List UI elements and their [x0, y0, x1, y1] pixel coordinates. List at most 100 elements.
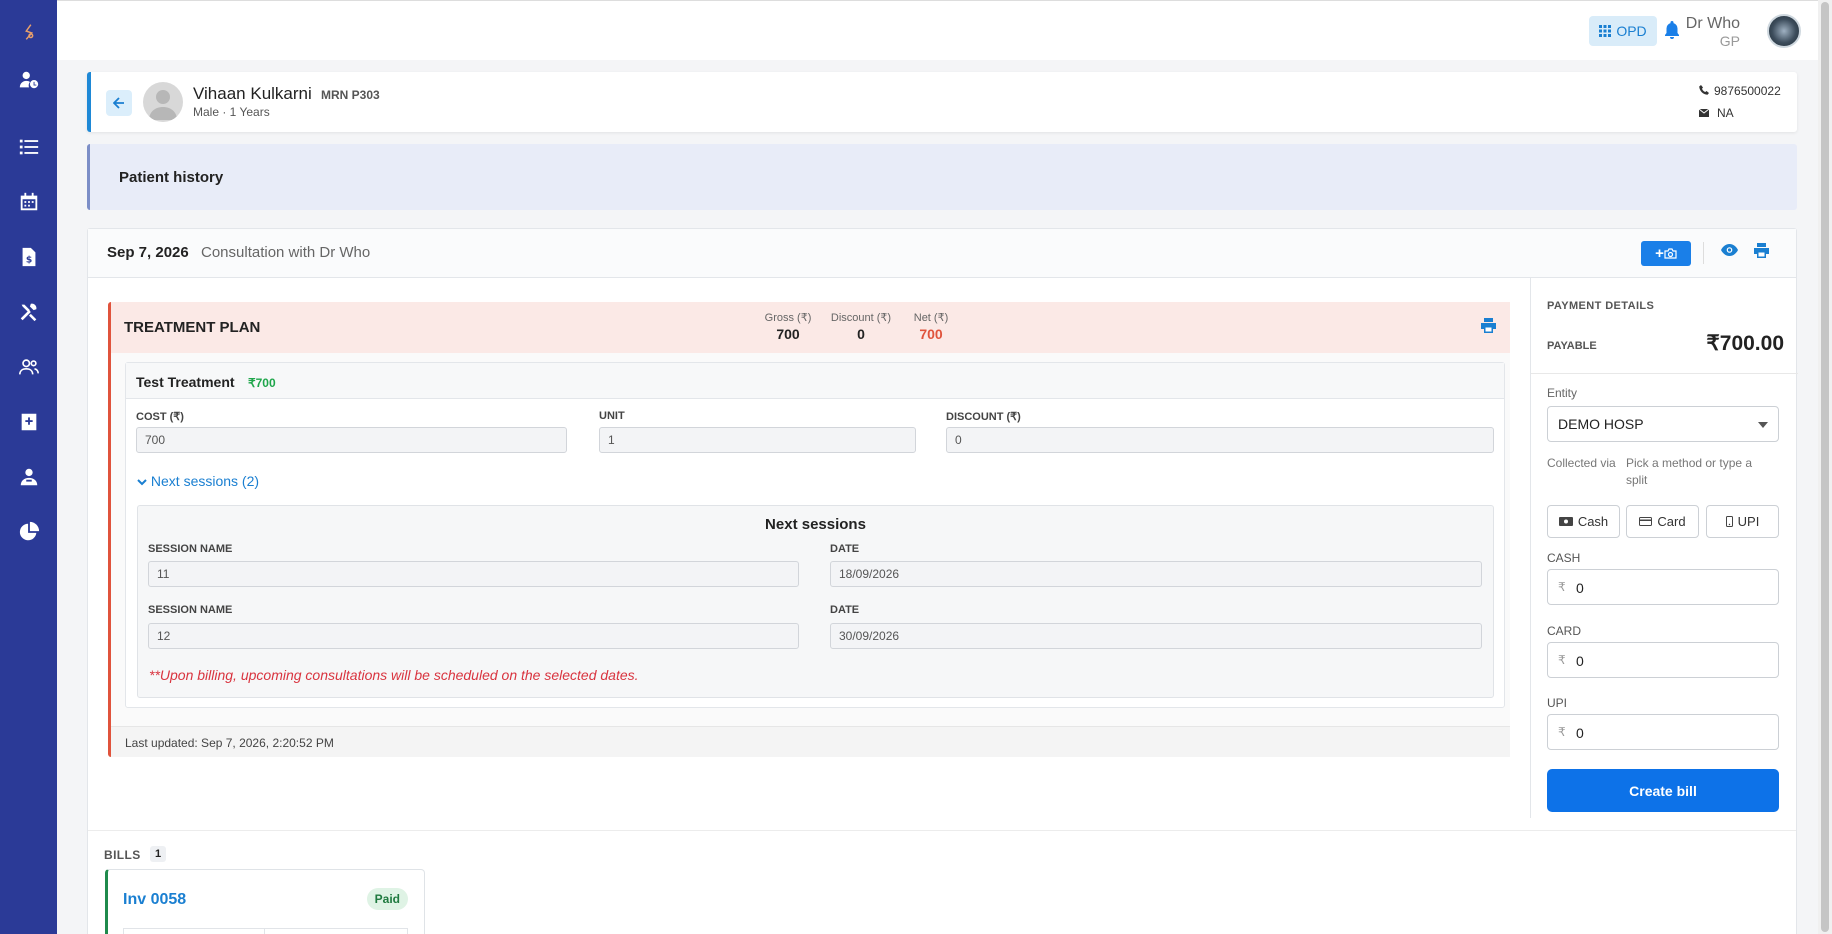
- next-sessions-title: Next sessions: [765, 516, 866, 533]
- payment-title: PAYMENT DETAILS: [1547, 300, 1655, 312]
- session-date-label: DATE: [830, 604, 860, 616]
- unit-input[interactable]: 1: [599, 427, 916, 453]
- discount-input[interactable]: 0: [946, 427, 1494, 453]
- patient-email: NA: [1698, 106, 1734, 120]
- session-date-label: DATE: [830, 543, 860, 555]
- caret-down-icon: [1758, 422, 1768, 428]
- card-input[interactable]: ₹ 0: [1547, 642, 1779, 678]
- scrollbar-thumb[interactable]: [1821, 2, 1829, 932]
- bell-icon[interactable]: [1664, 20, 1680, 43]
- session-name-label: SESSION NAME: [148, 543, 233, 555]
- next-sessions-panel: Next sessions SESSION NAME 11 DATE 18/09…: [137, 505, 1494, 698]
- list-icon[interactable]: [0, 127, 57, 167]
- payable-label: PAYABLE: [1547, 340, 1597, 352]
- unit-label: UNIT: [599, 410, 625, 422]
- upi-label: UPI: [1547, 696, 1568, 710]
- scrollbar[interactable]: [1818, 0, 1832, 934]
- eye-icon[interactable]: [1721, 244, 1738, 259]
- treatment-plan: TREATMENT PLAN Gross (₹) 700 Discount (₹…: [108, 302, 1510, 757]
- treatment-item-header: Test Treatment ₹700: [126, 363, 1504, 399]
- treatment-name: Test Treatment: [136, 374, 235, 390]
- last-updated-bar: Last updated: Sep 7, 2026, 2:20:52 PM: [111, 726, 1510, 757]
- rupee-icon: ₹: [1558, 653, 1566, 667]
- sidebar: $: [0, 0, 57, 934]
- patient-meta: Male · 1 Years: [193, 105, 270, 119]
- card-method-button[interactable]: Card: [1626, 505, 1699, 538]
- session-name-input[interactable]: 12: [148, 623, 799, 649]
- pie-chart-icon[interactable]: [0, 512, 57, 552]
- session-date-input[interactable]: 18/09/2026: [830, 561, 1482, 587]
- patient-avatar: [143, 82, 183, 122]
- divider: [1531, 373, 1798, 374]
- invoice-icon[interactable]: $: [0, 237, 57, 277]
- invoice-card[interactable]: Inv 0058 Paid: [105, 869, 425, 934]
- cash-label: CASH: [1547, 551, 1581, 565]
- payment-panel: PAYMENT DETAILS PAYABLE ₹700.00 Entity D…: [1530, 278, 1798, 818]
- logo-icon[interactable]: [0, 12, 57, 52]
- consultation-header: Sep 7, 2026 Consultation with Dr Who +: [88, 229, 1796, 278]
- opd-button[interactable]: OPD: [1589, 16, 1657, 46]
- session-name-label: SESSION NAME: [148, 604, 233, 616]
- cash-method-button[interactable]: Cash: [1547, 505, 1620, 538]
- medical-notes-icon[interactable]: [0, 402, 57, 442]
- doctor-icon[interactable]: [0, 457, 57, 497]
- cost-input[interactable]: 700: [136, 427, 567, 453]
- treatment-plan-header: TREATMENT PLAN Gross (₹) 700 Discount (₹…: [111, 302, 1510, 353]
- patient-history-bar[interactable]: Patient history: [87, 144, 1797, 210]
- opd-label: OPD: [1616, 23, 1647, 39]
- cash-input[interactable]: ₹ 0: [1547, 569, 1779, 605]
- chevron-down-icon: [137, 479, 147, 486]
- status-badge: Paid: [366, 888, 408, 910]
- mobile-icon: [1725, 516, 1733, 527]
- last-updated-text: Last updated: Sep 7, 2026, 2:20:52 PM: [125, 736, 334, 750]
- grid-icon: [1599, 25, 1612, 37]
- print-icon[interactable]: [1754, 243, 1769, 261]
- print-treatment-icon[interactable]: [1481, 318, 1496, 336]
- payable-amount: ₹700.00: [1706, 332, 1784, 355]
- camera-icon: [1664, 248, 1677, 259]
- svg-text:$: $: [25, 255, 31, 266]
- invoice-title[interactable]: Inv 0058: [123, 891, 186, 909]
- user-name: Dr Who: [1685, 15, 1740, 32]
- mail-icon: [1698, 108, 1710, 117]
- entity-select[interactable]: DEMO HOSP: [1547, 406, 1779, 442]
- treatment-plan-title: TREATMENT PLAN: [124, 319, 261, 336]
- invoice-summary-table: [123, 928, 408, 934]
- bills-label: BILLS: [104, 848, 141, 862]
- rupee-icon: ₹: [1558, 580, 1566, 594]
- session-date-input[interactable]: 30/09/2026: [830, 623, 1482, 649]
- consultation-date: Sep 7, 2026: [107, 244, 189, 261]
- collected-via-label: Collected via: [1547, 456, 1616, 470]
- users-icon[interactable]: [0, 347, 57, 387]
- patient-history-title: Patient history: [119, 169, 224, 186]
- calendar-icon[interactable]: [0, 182, 57, 222]
- tools-icon[interactable]: [0, 292, 57, 332]
- gross-stat: Gross (₹) 700: [764, 312, 812, 342]
- upi-method-button[interactable]: UPI: [1706, 505, 1779, 538]
- patient-phone: 9876500022: [1699, 84, 1781, 98]
- consultation-panel: Sep 7, 2026 Consultation with Dr Who + T…: [87, 228, 1798, 934]
- session-name-input[interactable]: 11: [148, 561, 799, 587]
- scheduling-note: **Upon billing, upcoming consultations w…: [149, 667, 639, 683]
- rupee-icon: ₹: [1558, 725, 1566, 739]
- discount-label: DISCOUNT (₹): [946, 411, 1021, 423]
- plus-icon: +: [1655, 245, 1664, 262]
- payment-hint: Pick a method or type a split: [1626, 456, 1753, 487]
- upi-input[interactable]: ₹ 0: [1547, 714, 1779, 750]
- create-bill-button[interactable]: Create bill: [1547, 769, 1779, 812]
- treatment-item: Test Treatment ₹700 COST (₹) 700 UNIT 1 …: [125, 362, 1505, 708]
- bills-count-badge: 1: [150, 846, 166, 862]
- next-sessions-toggle[interactable]: Next sessions (2): [137, 473, 259, 489]
- user-clock-icon[interactable]: [0, 60, 57, 100]
- divider: [88, 830, 1796, 831]
- back-button[interactable]: [106, 90, 132, 116]
- card-label: CARD: [1547, 624, 1582, 638]
- avatar[interactable]: [1767, 14, 1801, 48]
- add-photo-button[interactable]: +: [1641, 241, 1691, 266]
- patient-header: Vihaan Kulkarni MRN P303 Male · 1 Years …: [87, 72, 1797, 132]
- patient-name: Vihaan Kulkarni: [193, 84, 312, 103]
- consultation-title: Consultation with Dr Who: [201, 244, 371, 261]
- credit-card-icon: [1639, 517, 1653, 526]
- phone-icon: [1699, 85, 1709, 95]
- user-role: GP: [1719, 33, 1740, 49]
